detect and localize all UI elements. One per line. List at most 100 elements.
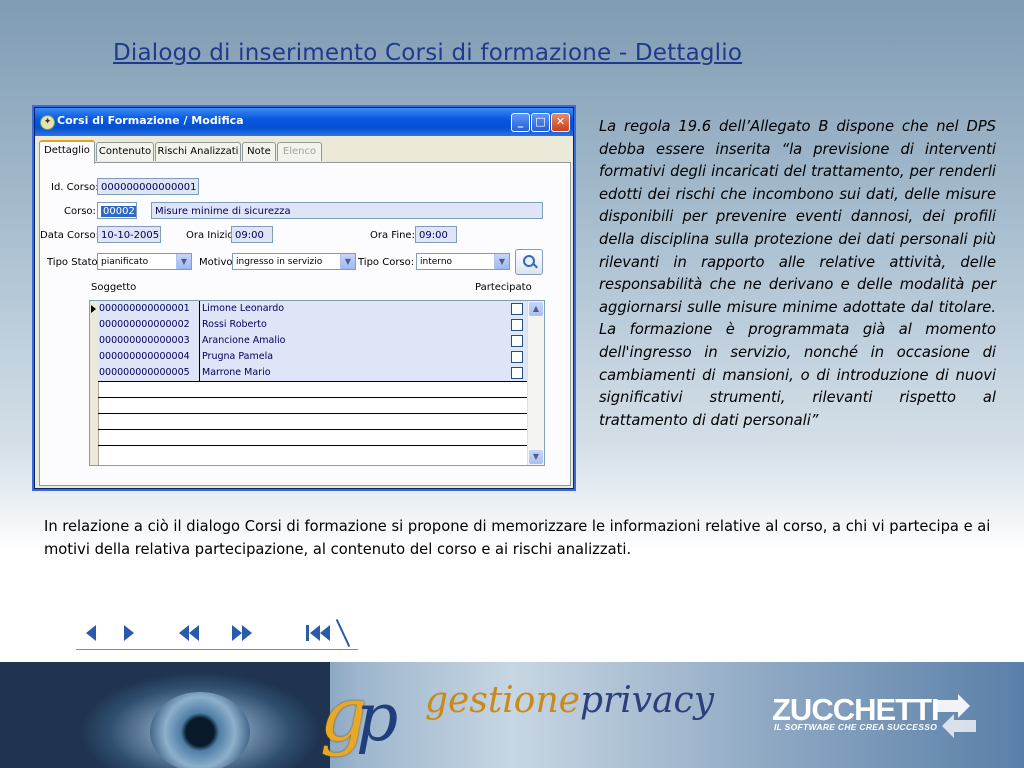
tipo-stato-select[interactable]: pianificato ▼: [97, 253, 192, 270]
column-divider: [199, 317, 200, 333]
tipo-corso-label: Tipo Corso:: [358, 257, 415, 268]
first-slide-icon[interactable]: [306, 622, 332, 644]
tab-note[interactable]: Note: [242, 142, 276, 161]
ora-fine-field[interactable]: 09:00: [415, 226, 457, 243]
soggetto-column-header: Soggetto: [91, 282, 137, 293]
partecipato-checkbox[interactable]: [511, 367, 523, 379]
iris-image: [150, 692, 250, 768]
corso-label: Corso:: [64, 206, 96, 217]
slide-title: Dialogo di inserimento Corsi di formazio…: [113, 40, 743, 66]
arrow-right-shape: [242, 625, 252, 641]
slide-navigation: [76, 618, 360, 654]
previous-slide-icon[interactable]: [86, 622, 98, 644]
row-name: Rossi Roberto: [202, 319, 267, 330]
empty-row[interactable]: [98, 397, 527, 414]
partecipato-checkbox[interactable]: [511, 303, 523, 315]
gestione-privacy-logo: gestioneprivacy: [425, 680, 714, 721]
zucchetti-arrows-icon: [936, 694, 976, 738]
empty-row[interactable]: [98, 413, 527, 430]
motivo-label: Motivo:: [199, 257, 236, 268]
partecipato-checkbox[interactable]: [511, 319, 523, 331]
arrow-left-shape: [86, 625, 96, 641]
gp-logo: g p: [320, 672, 412, 758]
minimize-button[interactable]: _: [511, 113, 530, 132]
tipo-stato-value: pianificato: [101, 257, 149, 267]
brand-word-privacy: privacy: [579, 680, 715, 721]
scroll-up-icon[interactable]: ▲: [529, 302, 543, 316]
arrow-left-shape: [310, 625, 320, 641]
data-corso-label: Data Corso:: [40, 230, 99, 241]
ora-inizio-field[interactable]: 09:00: [231, 226, 273, 243]
row-id: 000000000000002: [99, 319, 190, 330]
chevron-down-icon[interactable]: ▼: [494, 254, 509, 269]
window-titlebar[interactable]: ✦ Corsi di Formazione / Modifica _ □ ✕: [35, 108, 573, 136]
search-icon-handle: [533, 263, 538, 269]
window-title: Corsi di Formazione / Modifica: [57, 114, 244, 127]
tab-rischi-analizzati[interactable]: Rischi Analizzati: [155, 142, 241, 161]
tipo-corso-select[interactable]: interno ▼: [416, 253, 510, 270]
description-paragraph: In relazione a ciò il dialogo Corsi di f…: [44, 518, 991, 558]
empty-row[interactable]: [98, 429, 527, 446]
tipo-stato-label: Tipo Stato:: [47, 257, 102, 268]
regulation-quote: La regola 19.6 dell’Allegato B dispone c…: [599, 118, 996, 429]
row-id: 000000000000003: [99, 335, 190, 346]
vertical-scrollbar[interactable]: ▲ ▼: [527, 301, 544, 465]
table-row[interactable]: 000000000000004 Prugna Pamela: [98, 349, 527, 366]
row-id: 000000000000004: [99, 351, 190, 362]
row-name: Prugna Pamela: [202, 351, 274, 362]
id-corso-label: Id. Corso:: [51, 182, 99, 193]
corso-code-field[interactable]: 00002: [97, 202, 137, 219]
motivo-value: ingresso in servizio: [236, 257, 323, 267]
tab-elenco: Elenco: [277, 142, 322, 161]
nav-underline: [76, 649, 358, 650]
empty-row[interactable]: [98, 381, 527, 398]
scroll-down-icon[interactable]: ▼: [529, 450, 543, 464]
brand-word-gestione: gestione: [425, 680, 580, 721]
row-name: Marrone Mario: [202, 367, 271, 378]
partecipato-checkbox[interactable]: [511, 335, 523, 347]
divider-slash: [335, 618, 351, 648]
chevron-down-icon[interactable]: ▼: [176, 254, 191, 269]
dialog-window: ✦ Corsi di Formazione / Modifica _ □ ✕ D…: [34, 107, 574, 489]
next-slide-icon[interactable]: [124, 622, 136, 644]
row-name: Limone Leonardo: [202, 303, 285, 314]
row-id: 000000000000001: [99, 303, 190, 314]
corso-description-field[interactable]: Misure minime di sicurezza: [151, 202, 543, 219]
arrow-left-shape: [179, 625, 189, 641]
row-name: Arancione Amalio: [202, 335, 286, 346]
table-row[interactable]: 000000000000005 Marrone Mario: [98, 365, 527, 382]
arrow-left-shape: [320, 625, 330, 641]
participants-grid[interactable]: 000000000000001 Limone Leonardo 00000000…: [89, 300, 545, 466]
corso-code-value: 00002: [101, 206, 136, 217]
chevron-down-icon[interactable]: ▼: [340, 254, 355, 269]
id-corso-field[interactable]: 000000000000001: [97, 178, 199, 195]
column-divider: [199, 301, 200, 317]
table-row[interactable]: 000000000000003 Arancione Amalio: [98, 333, 527, 350]
partecipato-column-header: Partecipato: [475, 282, 532, 293]
tab-contenuto[interactable]: Contenuto: [96, 142, 154, 161]
tab-dettaglio[interactable]: Dettaglio: [39, 140, 95, 164]
bar-shape: [306, 625, 309, 641]
data-corso-field[interactable]: 10-10-2005: [97, 226, 161, 243]
partecipato-checkbox[interactable]: [511, 351, 523, 363]
fast-forward-icon[interactable]: [232, 622, 256, 644]
search-button[interactable]: [515, 249, 543, 275]
column-divider: [199, 333, 200, 349]
footer-banner: g p gestioneprivacy ZUCCHETTI IL SOFTWAR…: [0, 662, 1024, 768]
rewind-icon[interactable]: [179, 622, 203, 644]
zucchetti-tagline: IL SOFTWARE CHE CREA SUCCESSO: [774, 722, 938, 732]
ora-inizio-label: Ora Inizio:: [186, 230, 237, 241]
empty-row[interactable]: [98, 445, 527, 461]
table-row[interactable]: 000000000000002 Rossi Roberto: [98, 317, 527, 334]
maximize-button[interactable]: □: [531, 113, 550, 132]
app-icon: ✦: [40, 115, 55, 130]
current-row-icon: [91, 305, 96, 313]
motivo-select[interactable]: ingresso in servizio ▼: [232, 253, 356, 270]
ora-fine-label: Ora Fine:: [370, 230, 415, 241]
arrow-right-shape: [124, 625, 134, 641]
arrow-left-shape: [189, 625, 199, 641]
close-button[interactable]: ✕: [551, 113, 570, 132]
column-divider: [199, 365, 200, 381]
table-row[interactable]: 000000000000001 Limone Leonardo: [98, 301, 527, 318]
eye-image: [0, 662, 330, 768]
